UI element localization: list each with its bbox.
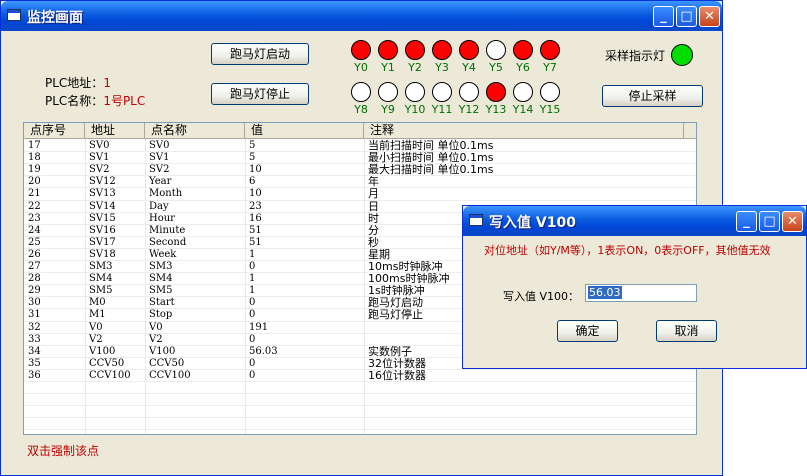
dialog-app-icon	[469, 214, 483, 226]
col-header-address[interactable]: 地址	[85, 123, 145, 139]
dialog-minimize-icon[interactable]: _	[736, 211, 757, 232]
footer-hint: 双击强制该点	[27, 444, 100, 458]
row-divider	[24, 393, 696, 395]
lamp-y0	[351, 40, 371, 60]
lamp-label-y14: Y14	[512, 103, 534, 116]
lamp-label-y10: Y10	[404, 103, 426, 116]
lamp-y1	[378, 40, 398, 60]
start-marquee-button[interactable]: 跑马灯启动	[211, 43, 309, 65]
stop-sampling-button[interactable]: 停止采样	[602, 85, 703, 107]
row-divider	[24, 405, 696, 407]
lamp-label-y8: Y8	[354, 103, 368, 116]
lamp-y12	[459, 82, 479, 102]
lamp-y2	[405, 40, 425, 60]
lamp-y4	[459, 40, 479, 60]
lamp-y3	[432, 40, 452, 60]
write-value-dialog: 写入值 V100 _ □ ✕ 对位地址（如Y/M等），1表示ON，0表示OFF，…	[462, 205, 807, 369]
plc-name-label: PLC名称：	[45, 94, 104, 108]
write-value-label: 写入值 V100：	[503, 290, 580, 303]
minimize-icon[interactable]: _	[653, 6, 674, 27]
lamp-label-y12: Y12	[458, 103, 480, 116]
row-divider	[24, 381, 696, 382]
col-header-value[interactable]: 值	[245, 123, 364, 139]
row-divider	[24, 187, 696, 189]
close-icon[interactable]: ✕	[699, 6, 720, 27]
lamp-y5	[486, 40, 506, 60]
write-value-field[interactable]: 56.03	[585, 284, 697, 302]
maximize-icon[interactable]: □	[676, 6, 697, 27]
row-divider	[24, 429, 696, 431]
dialog-close-icon[interactable]: ✕	[782, 211, 803, 232]
lamp-y13	[486, 82, 506, 102]
row-divider	[24, 175, 696, 177]
lamp-y14	[513, 82, 533, 102]
dialog-title: 写入值 V100	[489, 215, 576, 231]
plc-address-value: 1	[103, 76, 111, 90]
dialog-titlebar[interactable]: 写入值 V100 _ □ ✕	[463, 206, 806, 236]
col-header-point-name[interactable]: 点名称	[145, 123, 245, 139]
lamp-label-y9: Y9	[381, 103, 395, 116]
lamp-label-y4: Y4	[462, 61, 476, 74]
col-header-index[interactable]: 点序号	[24, 123, 85, 139]
dialog-maximize-icon[interactable]: □	[759, 211, 780, 232]
lamp-label-y7: Y7	[543, 61, 557, 74]
row-divider	[24, 417, 696, 419]
main-titlebar[interactable]: 监控画面 _ □ ✕	[1, 1, 722, 31]
col-header-filler	[684, 123, 696, 139]
lamp-label-y3: Y3	[435, 61, 449, 74]
window-title: 监控画面	[27, 10, 83, 26]
lamp-label-y0: Y0	[354, 61, 368, 74]
lamp-label-y15: Y15	[539, 103, 561, 116]
lamp-y8	[351, 82, 371, 102]
cancel-button[interactable]: 取消	[656, 320, 717, 342]
lamp-label-y6: Y6	[516, 61, 530, 74]
write-value-text[interactable]: 56.03	[588, 286, 622, 299]
plc-address-label: PLC地址：	[45, 76, 104, 90]
row-divider	[24, 368, 696, 370]
stop-marquee-button[interactable]: 跑马灯停止	[211, 83, 309, 105]
col-header-comment[interactable]: 注释	[364, 123, 684, 139]
app-icon	[7, 9, 21, 21]
plc-name-value: 1号PLC	[103, 94, 146, 108]
ok-button[interactable]: 确定	[557, 320, 618, 342]
lamp-y10	[405, 82, 425, 102]
row-divider	[24, 151, 696, 153]
lamp-y11	[432, 82, 452, 102]
row-divider	[24, 163, 696, 165]
sampling-indicator-lamp	[671, 44, 693, 66]
lamp-y9	[378, 82, 398, 102]
lamp-y15	[540, 82, 560, 102]
lamp-label-y1: Y1	[381, 61, 395, 74]
row-divider	[24, 199, 696, 201]
lamp-label-y13: Y13	[485, 103, 507, 116]
lamp-y7	[540, 40, 560, 60]
lamp-label-y11: Y11	[431, 103, 453, 116]
lamp-y6	[513, 40, 533, 60]
lamp-label-y2: Y2	[408, 61, 422, 74]
sampling-indicator-label: 采样指示灯	[605, 49, 666, 63]
lamp-label-y5: Y5	[489, 61, 503, 74]
dialog-hint: 对位地址（如Y/M等），1表示ON，0表示OFF，其他值无效	[484, 244, 771, 257]
